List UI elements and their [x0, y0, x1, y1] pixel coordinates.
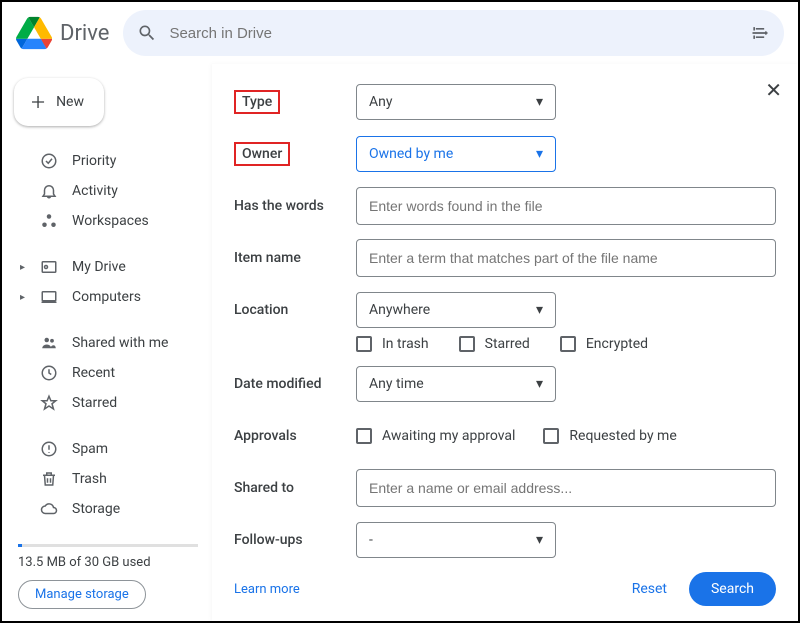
app-root: Drive New Priority [0, 0, 800, 623]
search-button[interactable]: Search [689, 572, 776, 606]
chevron-down-icon: ▾ [536, 146, 543, 162]
sidebar-item-shared[interactable]: Shared with me [14, 328, 202, 358]
sidebar-item-label: Storage [72, 501, 120, 517]
sidebar-item-label: Computers [72, 289, 141, 305]
drive-logo-icon [16, 15, 52, 51]
location-select[interactable]: Anywhere ▾ [356, 292, 556, 328]
storage-section: 13.5 MB of 30 GB used Manage storage [14, 534, 202, 619]
shared-icon [40, 334, 58, 352]
sidebar-item-label: Activity [72, 183, 118, 199]
sidebar-item-starred[interactable]: Starred [14, 388, 202, 418]
close-icon[interactable]: ✕ [765, 78, 782, 102]
shared-to-input[interactable] [356, 469, 776, 507]
sidebar-item-priority[interactable]: Priority [14, 146, 202, 176]
trash-icon [40, 470, 58, 488]
check-circle-icon [40, 152, 58, 170]
advanced-search-panel: ✕ Type Any ▾ Owner Owned by me ▾ [212, 64, 798, 621]
cloud-icon [40, 500, 58, 518]
sidebar-item-activity[interactable]: Activity [14, 176, 202, 206]
sidebar: New Priority Activity Workspaces [2, 64, 212, 621]
spam-icon [40, 440, 58, 458]
chevron-down-icon: ▾ [536, 94, 543, 110]
followups-label: Follow-ups [234, 532, 356, 548]
search-icon[interactable] [135, 21, 159, 45]
sidebar-item-trash[interactable]: Trash [14, 464, 202, 494]
learn-more-link[interactable]: Learn more [234, 582, 300, 597]
sidebar-item-recent[interactable]: Recent [14, 358, 202, 388]
item-name-input[interactable] [356, 239, 776, 277]
date-modified-label: Date modified [234, 376, 356, 392]
computers-icon [40, 288, 58, 306]
search-bar[interactable] [123, 10, 784, 56]
sidebar-item-computers[interactable]: ▸ Computers [14, 282, 202, 312]
owner-select[interactable]: Owned by me ▾ [356, 136, 556, 172]
storage-text: 13.5 MB of 30 GB used [14, 555, 202, 570]
type-label: Type [234, 90, 356, 114]
search-options-icon[interactable] [748, 21, 772, 45]
location-label: Location [234, 302, 356, 318]
storage-bar [18, 544, 198, 547]
chevron-down-icon: ▾ [536, 532, 543, 548]
sidebar-item-label: Workspaces [72, 213, 149, 229]
plus-icon [30, 92, 46, 112]
type-select[interactable]: Any ▾ [356, 84, 556, 120]
app-logo[interactable]: Drive [16, 15, 109, 51]
encrypted-checkbox[interactable] [560, 336, 576, 352]
main-content: ✕ Type Any ▾ Owner Owned by me ▾ [212, 64, 798, 621]
sidebar-item-label: My Drive [72, 259, 126, 275]
recent-icon [40, 364, 58, 382]
sidebar-item-storage[interactable]: Storage [14, 494, 202, 524]
in-trash-checkbox[interactable] [356, 336, 372, 352]
new-button[interactable]: New [14, 78, 104, 126]
sidebar-item-label: Priority [72, 153, 116, 169]
chevron-down-icon: ▾ [536, 302, 543, 318]
manage-storage-button[interactable]: Manage storage [18, 580, 146, 609]
approvals-label: Approvals [234, 428, 356, 444]
bell-icon [40, 182, 58, 200]
expand-icon[interactable]: ▸ [20, 262, 26, 273]
expand-icon[interactable]: ▸ [20, 292, 26, 303]
date-modified-select[interactable]: Any time ▾ [356, 366, 556, 402]
app-name: Drive [60, 21, 109, 46]
item-name-label: Item name [234, 250, 356, 266]
star-icon [40, 394, 58, 412]
app-header: Drive [2, 2, 798, 64]
requested-by-me-checkbox[interactable] [543, 428, 559, 444]
new-button-label: New [56, 94, 84, 110]
shared-to-label: Shared to [234, 480, 356, 496]
awaiting-approval-checkbox[interactable] [356, 428, 372, 444]
sidebar-item-my-drive[interactable]: ▸ My Drive [14, 252, 202, 282]
workspaces-icon [40, 212, 58, 230]
my-drive-icon [40, 258, 58, 276]
followups-select[interactable]: - ▾ [356, 522, 556, 558]
sidebar-item-workspaces[interactable]: Workspaces [14, 206, 202, 236]
search-input[interactable] [167, 24, 740, 43]
chevron-down-icon: ▾ [536, 376, 543, 392]
sidebar-item-label: Starred [72, 395, 117, 411]
sidebar-item-label: Spam [72, 441, 108, 457]
sidebar-item-label: Recent [72, 365, 115, 381]
sidebar-item-spam[interactable]: Spam [14, 434, 202, 464]
reset-button[interactable]: Reset [632, 581, 667, 597]
owner-label: Owner [234, 142, 356, 166]
has-words-label: Has the words [234, 198, 356, 214]
has-words-input[interactable] [356, 187, 776, 225]
sidebar-item-label: Shared with me [72, 335, 168, 351]
sidebar-item-label: Trash [72, 471, 107, 487]
starred-checkbox[interactable] [459, 336, 475, 352]
